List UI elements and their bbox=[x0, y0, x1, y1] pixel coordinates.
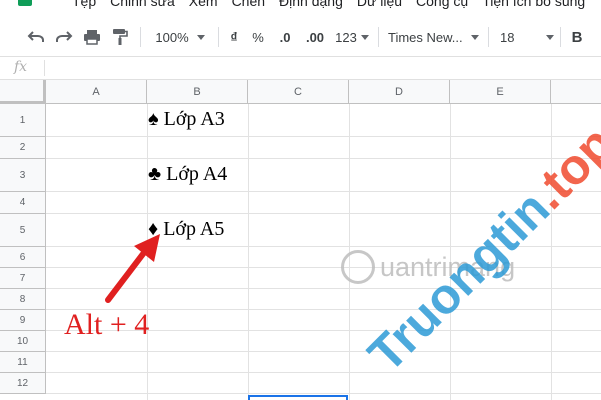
zoom-value: 100% bbox=[155, 29, 189, 45]
red-arrow-icon bbox=[105, 234, 160, 303]
row-header-6[interactable]: 6 bbox=[0, 247, 46, 268]
redo-icon[interactable] bbox=[54, 18, 74, 56]
sheets-logo-icon[interactable] bbox=[18, 0, 32, 6]
menu-items: Tệp Chỉnh sửa Xem Chèn Định dạng Dữ liệu… bbox=[72, 0, 585, 9]
menu-bar: Tệp Chỉnh sửa Xem Chèn Định dạng Dữ liệu… bbox=[0, 0, 601, 12]
fx-icon: fx bbox=[14, 59, 28, 75]
menu-addons[interactable]: Tiện ích bổ sung bbox=[482, 0, 585, 9]
toolbar-separator bbox=[560, 27, 561, 47]
menu-view[interactable]: Xem bbox=[189, 0, 218, 9]
column-header-e[interactable]: E bbox=[450, 80, 551, 104]
selected-cell-outline bbox=[248, 395, 348, 400]
menu-data[interactable]: Dữ liệu bbox=[357, 0, 402, 9]
menu-insert[interactable]: Chèn bbox=[232, 0, 265, 9]
grid-line bbox=[46, 158, 601, 159]
font-size-select[interactable]: 18 bbox=[500, 18, 554, 56]
currency-format-button[interactable]: ₫ bbox=[226, 18, 242, 56]
row-header-7[interactable]: 7 bbox=[0, 268, 46, 289]
column-header-c[interactable]: C bbox=[248, 80, 349, 104]
formula-bar: fx bbox=[0, 56, 601, 80]
row-header-8[interactable]: 8 bbox=[0, 289, 46, 310]
column-header-f[interactable] bbox=[551, 80, 601, 104]
chevron-down-icon bbox=[196, 34, 205, 40]
bold-button[interactable]: B bbox=[568, 18, 586, 56]
increase-decimal-button[interactable]: .00 bbox=[302, 18, 328, 56]
more-formats-button[interactable]: 123 bbox=[332, 18, 372, 56]
column-header-b[interactable]: B bbox=[147, 80, 248, 104]
formula-input[interactable] bbox=[50, 59, 590, 77]
zoom-select[interactable]: 100% bbox=[152, 18, 208, 56]
cell-b3[interactable]: ♣ Lớp A4 bbox=[148, 163, 227, 186]
toolbar-separator bbox=[488, 27, 489, 47]
menu-edit[interactable]: Chỉnh sửa bbox=[110, 0, 175, 9]
paint-format-icon[interactable] bbox=[110, 18, 130, 56]
select-all-corner[interactable] bbox=[0, 80, 46, 104]
decrease-decimal-button[interactable]: .0 bbox=[274, 18, 296, 56]
row-header-11[interactable]: 11 bbox=[0, 352, 46, 373]
toolbar-separator bbox=[140, 27, 141, 47]
font-size-value: 18 bbox=[500, 29, 515, 45]
chevron-down-icon bbox=[360, 34, 369, 40]
row-header-1[interactable]: 1 bbox=[0, 104, 46, 137]
more-formats-label: 123 bbox=[335, 29, 357, 45]
column-header-a[interactable]: A bbox=[46, 80, 147, 104]
row-header-2[interactable]: 2 bbox=[0, 137, 46, 159]
formula-divider bbox=[44, 60, 45, 76]
row-header-3[interactable]: 3 bbox=[0, 159, 46, 192]
row-header-4[interactable]: 4 bbox=[0, 192, 46, 214]
chevron-down-icon bbox=[470, 34, 479, 40]
menu-tools[interactable]: Công cụ bbox=[416, 0, 468, 9]
row-header-12[interactable]: 12 bbox=[0, 373, 46, 394]
annotation-shortcut: Alt + 4 bbox=[64, 308, 150, 341]
menu-file[interactable]: Tệp bbox=[72, 0, 96, 9]
grid-line bbox=[46, 136, 601, 137]
column-header-d[interactable]: D bbox=[349, 80, 450, 104]
toolbar: 100% ₫ % .0 .00 123 Times New... 18 B bbox=[0, 18, 601, 56]
toolbar-separator bbox=[378, 27, 379, 47]
toolbar-separator bbox=[218, 27, 219, 47]
cell-b1[interactable]: ♠ Lớp A3 bbox=[148, 108, 225, 131]
menu-format[interactable]: Định dạng bbox=[279, 0, 343, 9]
font-family-value: Times New... bbox=[388, 29, 463, 45]
undo-icon[interactable] bbox=[26, 18, 46, 56]
grid-line bbox=[46, 372, 601, 373]
grid-line bbox=[46, 393, 601, 394]
percent-format-button[interactable]: % bbox=[250, 18, 266, 56]
row-header-5[interactable]: 5 bbox=[0, 214, 46, 247]
chevron-down-icon bbox=[546, 34, 554, 40]
font-family-select[interactable]: Times New... bbox=[388, 18, 480, 56]
row-header-9[interactable]: 9 bbox=[0, 310, 46, 331]
row-header-10[interactable]: 10 bbox=[0, 331, 46, 352]
grid-line bbox=[248, 104, 249, 400]
lightbulb-icon bbox=[341, 250, 375, 284]
grid-line bbox=[46, 351, 601, 352]
print-icon[interactable] bbox=[82, 18, 102, 56]
